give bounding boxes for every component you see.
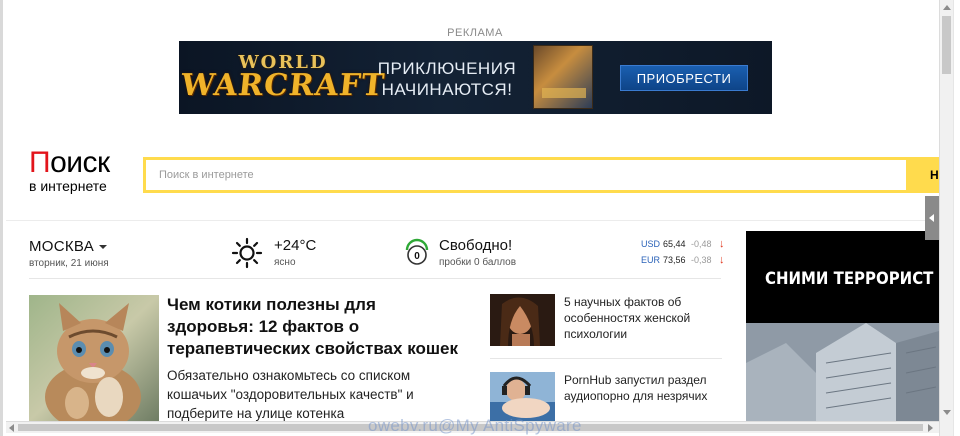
rate-code: USD bbox=[641, 239, 661, 249]
logo-rest: оиск bbox=[50, 146, 110, 179]
rate-change: -0,38 bbox=[691, 255, 712, 265]
traffic-status[interactable]: Свободно! bbox=[439, 237, 512, 254]
temperature[interactable]: +24°С bbox=[274, 237, 316, 254]
rate-row-usd: USD 65,44 -0,48 ↓ bbox=[641, 236, 725, 252]
sun-icon bbox=[231, 237, 263, 269]
vertical-scrollbar[interactable] bbox=[939, 0, 953, 436]
skyscraper-image bbox=[746, 323, 939, 421]
city-selector[interactable]: МОСКВА bbox=[29, 238, 108, 255]
buy-button[interactable]: ПРИОБРЕСТИ bbox=[620, 65, 748, 91]
window-edge bbox=[953, 0, 960, 436]
game-box-image bbox=[533, 45, 593, 109]
logo-line-warcraft: WARCRAFT bbox=[179, 68, 387, 103]
search-button[interactable]: Н bbox=[909, 157, 939, 193]
right-ad-text: СНИМИ ТЕРРОРИСТ bbox=[765, 269, 934, 289]
scroll-left-icon[interactable] bbox=[9, 424, 14, 432]
arrow-down-icon: ↓ bbox=[719, 254, 725, 266]
weather-description: ясно bbox=[274, 257, 296, 268]
side-panel-toggle[interactable] bbox=[925, 196, 939, 240]
kitten-photo[interactable] bbox=[29, 295, 159, 421]
chevron-down-icon bbox=[99, 245, 108, 250]
info-divider bbox=[29, 278, 721, 279]
ad-headline-line1: ПРИКЛЮЧЕНИЯ bbox=[377, 59, 517, 78]
ad-headline: ПРИКЛЮЧЕНИЯ НАЧИНАЮТСЯ! bbox=[372, 58, 522, 100]
header-divider bbox=[6, 220, 939, 221]
current-date: вторник, 21 июня bbox=[29, 258, 109, 269]
main-story-text: Обязательно ознакомьтесь со списком коша… bbox=[167, 368, 414, 421]
top-ad-banner[interactable]: WORLD WARCRAFT ПРИКЛЮЧЕНИЯ НАЧИНАЮТСЯ! П… bbox=[179, 41, 772, 114]
logo-first-letter: П bbox=[29, 146, 51, 179]
city-name: МОСКВА bbox=[29, 238, 95, 255]
currency-rates[interactable]: USD 65,44 -0,48 ↓ EUR 73,56 -0,38 ↓ bbox=[641, 236, 725, 268]
logo-main: Поиск bbox=[29, 148, 110, 178]
woman-photo bbox=[490, 294, 555, 346]
scroll-up-icon[interactable] bbox=[943, 5, 951, 10]
rate-value: 65,44 bbox=[663, 239, 686, 249]
news-divider bbox=[490, 358, 722, 359]
ad-headline-line2: НАЧИНАЮТСЯ! bbox=[381, 80, 513, 99]
traffic-description: пробки 0 баллов bbox=[439, 257, 517, 268]
rate-code: EUR bbox=[641, 255, 661, 265]
traffic-level: 0 bbox=[414, 251, 420, 262]
scroll-right-icon[interactable] bbox=[928, 424, 933, 432]
site-logo[interactable]: Поиск в интернете bbox=[29, 148, 110, 195]
arrow-down-icon: ↓ bbox=[719, 238, 725, 250]
browser-viewport: РЕКЛАМА WORLD WARCRAFT ПРИКЛЮЧЕНИЯ НАЧИН… bbox=[0, 0, 960, 436]
traffic-light-icon: 0 bbox=[405, 238, 429, 265]
news-text: 5 научных фактов об особенностях женской… bbox=[564, 295, 691, 341]
warcraft-logo: WORLD WARCRAFT bbox=[179, 47, 386, 109]
vertical-scroll-thumb[interactable] bbox=[942, 16, 951, 74]
rate-value: 73,56 bbox=[663, 255, 686, 265]
news-text: PornHub запустил раздел аудиопорно для н… bbox=[564, 373, 708, 403]
ad-label: РЕКЛАМА bbox=[447, 27, 503, 39]
scroll-down-icon[interactable] bbox=[943, 410, 951, 415]
main-story-title[interactable]: Чем котики полезны для здоровья: 12 факт… bbox=[167, 294, 467, 360]
rate-change: -0,48 bbox=[691, 239, 712, 249]
logo-subtitle: в интернете bbox=[29, 178, 107, 194]
search-box bbox=[143, 157, 909, 193]
search-input[interactable] bbox=[146, 160, 906, 190]
right-ad-banner[interactable]: СНИМИ ТЕРРОРИСТ bbox=[746, 231, 939, 421]
watermark: owebv.ru@My AntiSpyware bbox=[368, 416, 582, 435]
rate-row-eur: EUR 73,56 -0,38 ↓ bbox=[641, 252, 725, 268]
